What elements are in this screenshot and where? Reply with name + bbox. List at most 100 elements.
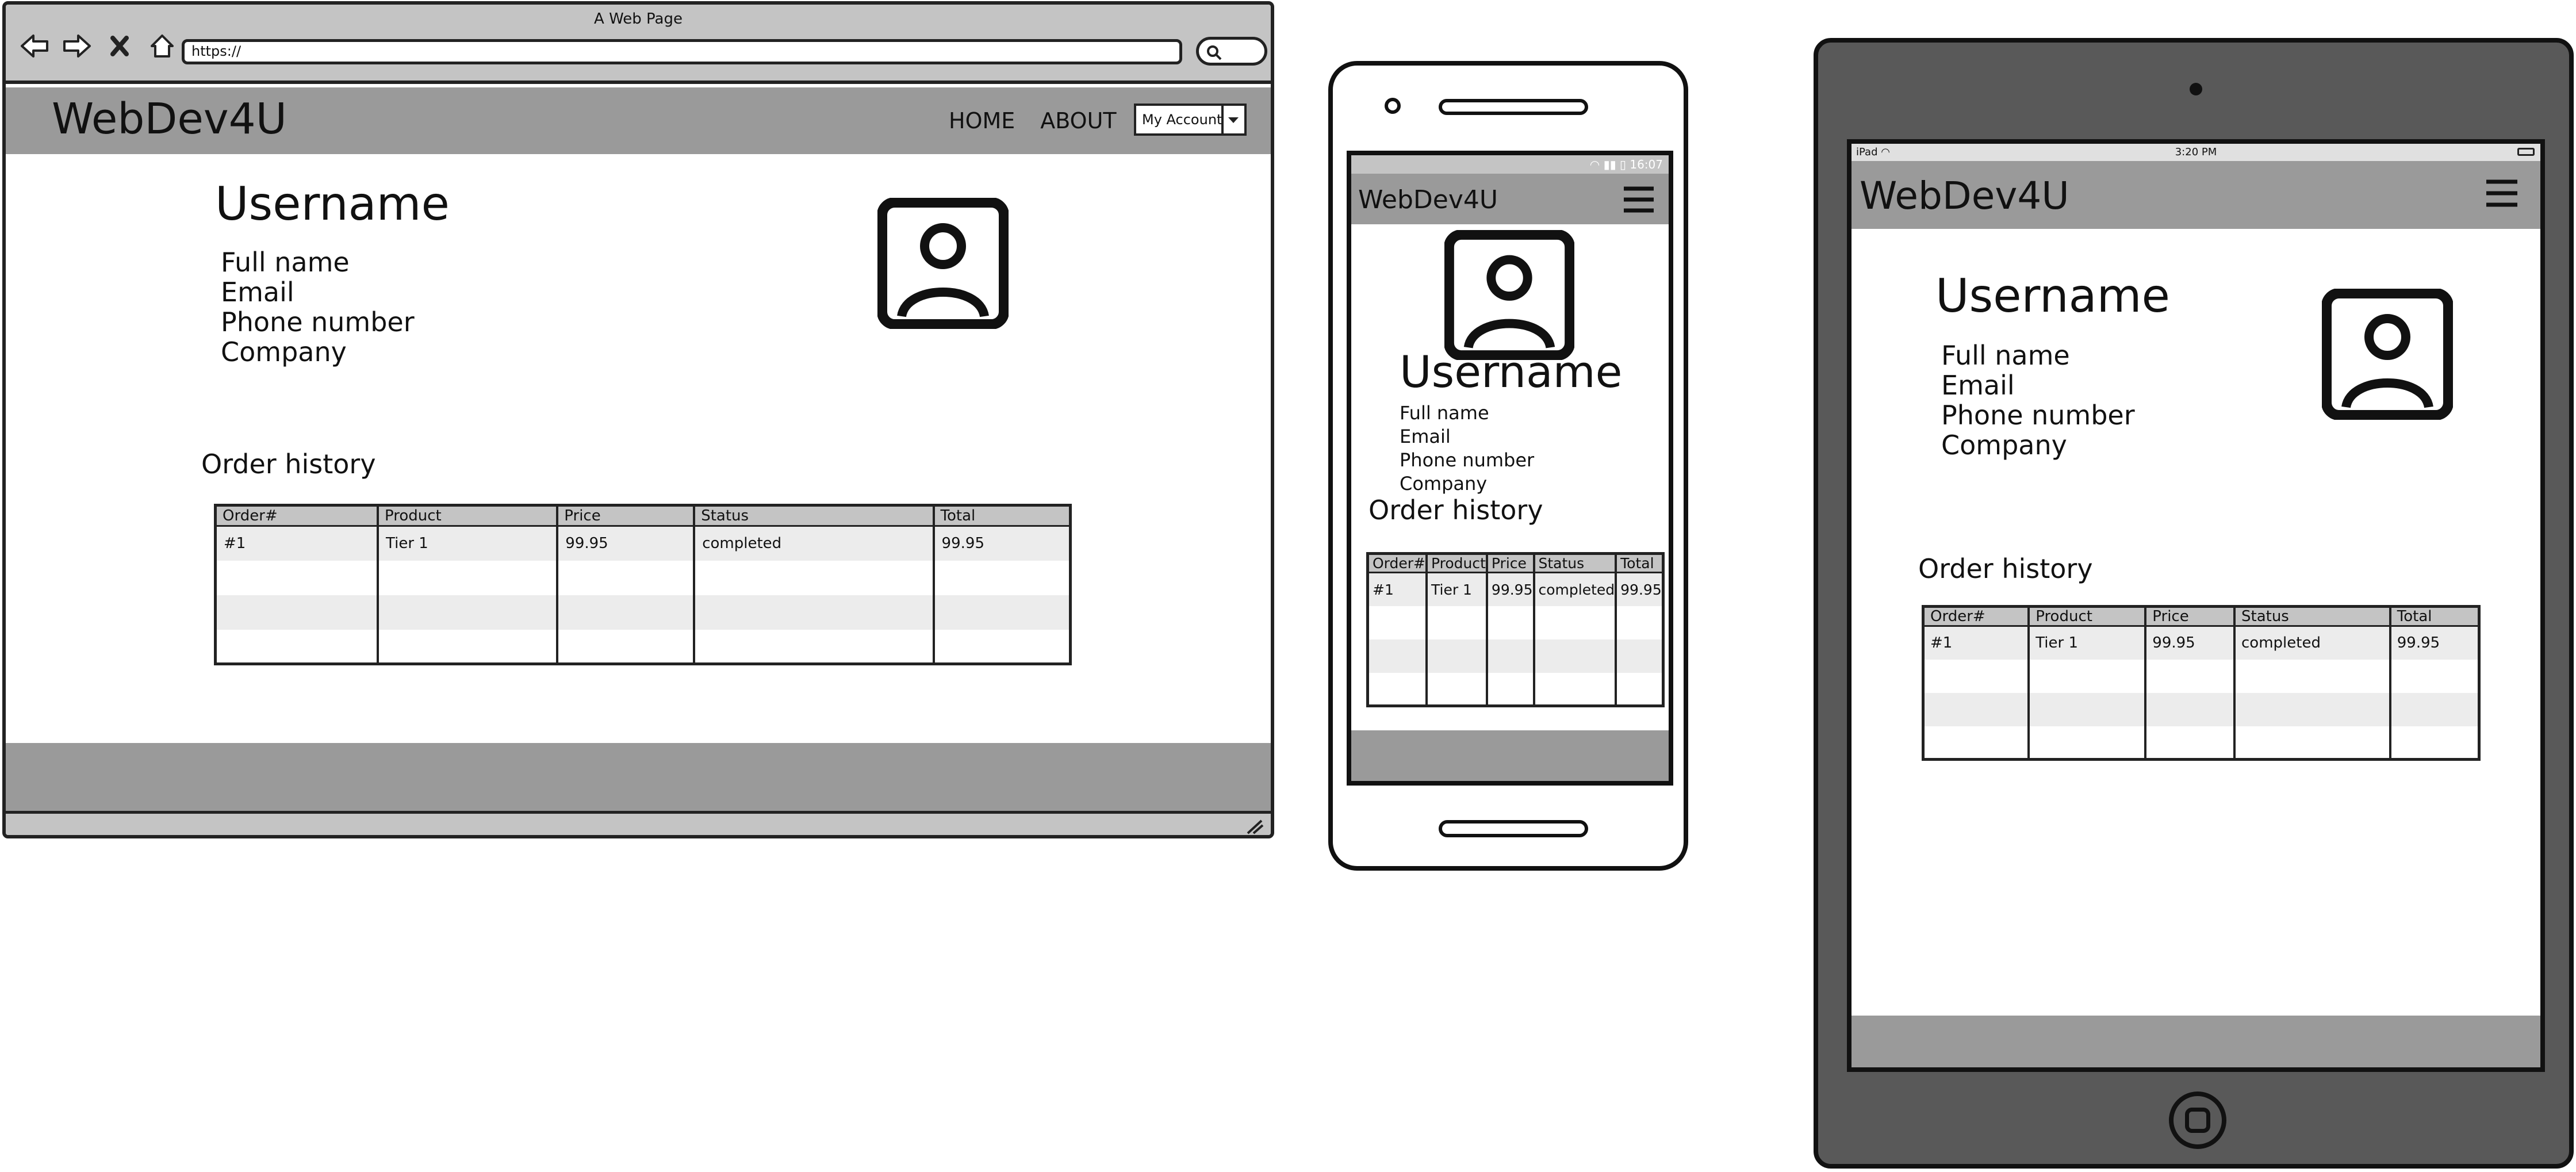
field-phone: Phone number [221, 307, 415, 338]
signal-icon: ▮▮ [1603, 158, 1616, 171]
site-header: WebDev4U [1351, 174, 1669, 224]
back-arrow-icon[interactable] [20, 31, 49, 61]
phone-time: 16:07 [1630, 158, 1663, 171]
user-avatar-icon [2321, 288, 2454, 422]
window-title: A Web Page [594, 10, 683, 28]
tablet-camera [2190, 83, 2202, 95]
phone-screen: ◠ ▮▮ ▯ 16:07 WebDev4U Username Full name… [1347, 151, 1673, 786]
tablet-screen: iPad ◠ 3:20 PM WebDev4U Username Full na… [1847, 139, 2545, 1072]
col-status: Status [693, 505, 935, 527]
battery-icon: ▯ [1619, 158, 1626, 171]
col-product: Product [377, 505, 559, 527]
chevron-down-icon [1221, 106, 1244, 133]
col-order: Order# [1366, 553, 1428, 573]
my-account-label: My Account [1142, 112, 1222, 128]
nav-home-link[interactable]: HOME [949, 108, 1015, 133]
cell-price: 99.95 [2144, 626, 2236, 660]
cell-status: completed [693, 526, 935, 561]
home-icon[interactable] [147, 31, 177, 61]
my-account-dropdown[interactable]: My Account [1134, 104, 1247, 136]
table-row[interactable]: #1 Tier 1 99.95 completed 99.95 [214, 526, 1072, 561]
tablet-mockup: iPad ◠ 3:20 PM WebDev4U Username Full na… [1814, 38, 2574, 1169]
cell-price: 99.95 [556, 526, 696, 561]
table-row [1922, 726, 2481, 760]
site-footer [6, 743, 1271, 811]
field-company: Company [1941, 430, 2067, 461]
tablet-statusbar: iPad ◠ 3:20 PM [1851, 144, 2540, 161]
site-logo[interactable]: WebDev4U [52, 94, 287, 144]
field-email: Email [1400, 426, 1451, 447]
table-row [1366, 606, 1665, 639]
nav-about-link[interactable]: ABOUT [1040, 108, 1116, 133]
desktop-browser-mockup: A Web Page https:// WebDev4U HOME ABOUT [2, 1, 1274, 838]
search-icon [1207, 45, 1222, 60]
user-avatar-icon [877, 197, 1009, 331]
main-nav: HOME ABOUT [949, 108, 1117, 133]
stop-icon[interactable] [105, 31, 135, 61]
profile-username: Username [1935, 269, 2170, 323]
cell-product: Tier 1 [2027, 626, 2147, 660]
table-row [1366, 672, 1665, 706]
col-product: Product [1425, 553, 1488, 573]
cell-order: #1 [1366, 572, 1428, 606]
cell-total: 99.95 [2389, 626, 2481, 660]
col-status: Status [1532, 553, 1617, 573]
field-email: Email [221, 277, 294, 308]
url-input[interactable]: https:// [182, 39, 1182, 64]
field-company: Company [1400, 473, 1488, 495]
cell-order: #1 [214, 526, 379, 561]
field-full-name: Full name [221, 247, 350, 278]
site-footer [1351, 730, 1669, 781]
table-row [214, 595, 1072, 630]
wifi-icon: ◠ [1589, 158, 1600, 171]
table-row[interactable]: #1 Tier 1 99.95 completed 99.95 [1366, 572, 1665, 606]
phone-home-button[interactable] [1439, 820, 1588, 837]
browser-statusbar [6, 811, 1271, 835]
profile-username: Username [1400, 346, 1623, 397]
order-history-table: Order# Product Price Status Total #1 Tie… [214, 504, 1072, 665]
battery-icon [2517, 148, 2535, 156]
col-order: Order# [214, 505, 379, 527]
phone-camera [1385, 98, 1401, 114]
table-row [214, 629, 1072, 664]
table-row [1922, 692, 2481, 726]
phone-speaker [1439, 99, 1588, 115]
profile-fields: Full name Email Phone number Company [1400, 401, 1534, 496]
site-logo[interactable]: WebDev4U [1860, 174, 2069, 218]
cell-price: 99.95 [1485, 572, 1535, 606]
cell-order: #1 [1922, 626, 2030, 660]
col-order: Order# [1922, 606, 2030, 627]
order-history-title: Order history [201, 449, 376, 480]
tablet-time: 3:20 PM [2175, 146, 2217, 158]
site-header: WebDev4U [1851, 161, 2540, 229]
col-price: Price [2144, 606, 2236, 627]
profile-username: Username [215, 177, 450, 231]
cell-product: Tier 1 [377, 526, 559, 561]
col-status: Status [2233, 606, 2391, 627]
resize-grip-icon[interactable] [1244, 818, 1265, 835]
site-header: WebDev4U HOME ABOUT My Account [6, 87, 1271, 154]
forward-arrow-icon[interactable] [62, 31, 92, 61]
browser-titlebar: A Web Page https:// [6, 5, 1271, 84]
table-row [1922, 659, 2481, 693]
field-company: Company [221, 336, 347, 367]
site-logo[interactable]: WebDev4U [1358, 185, 1498, 215]
field-phone: Phone number [1400, 449, 1535, 471]
cell-total: 99.95 [1615, 572, 1665, 606]
order-history-title: Order history [1918, 553, 2093, 584]
order-history-title: Order history [1368, 495, 1543, 526]
hamburger-menu-icon[interactable] [2485, 178, 2518, 210]
tablet-home-button[interactable] [2169, 1091, 2226, 1149]
col-price: Price [1485, 553, 1535, 573]
field-full-name: Full name [1941, 340, 2070, 371]
order-history-table: Order# Product Price Status Total #1 Tie… [1366, 552, 1665, 707]
user-avatar-icon [1444, 229, 1575, 362]
cell-total: 99.95 [932, 526, 1072, 561]
hamburger-menu-icon[interactable] [1623, 185, 1655, 216]
cell-status: completed [2233, 626, 2391, 660]
search-button[interactable] [1196, 37, 1267, 66]
profile-fields: Full name Email Phone number Company [1941, 340, 2135, 460]
site-footer [1851, 1016, 2540, 1067]
col-price: Price [556, 505, 696, 527]
table-row[interactable]: #1 Tier 1 99.95 completed 99.95 [1922, 626, 2481, 660]
